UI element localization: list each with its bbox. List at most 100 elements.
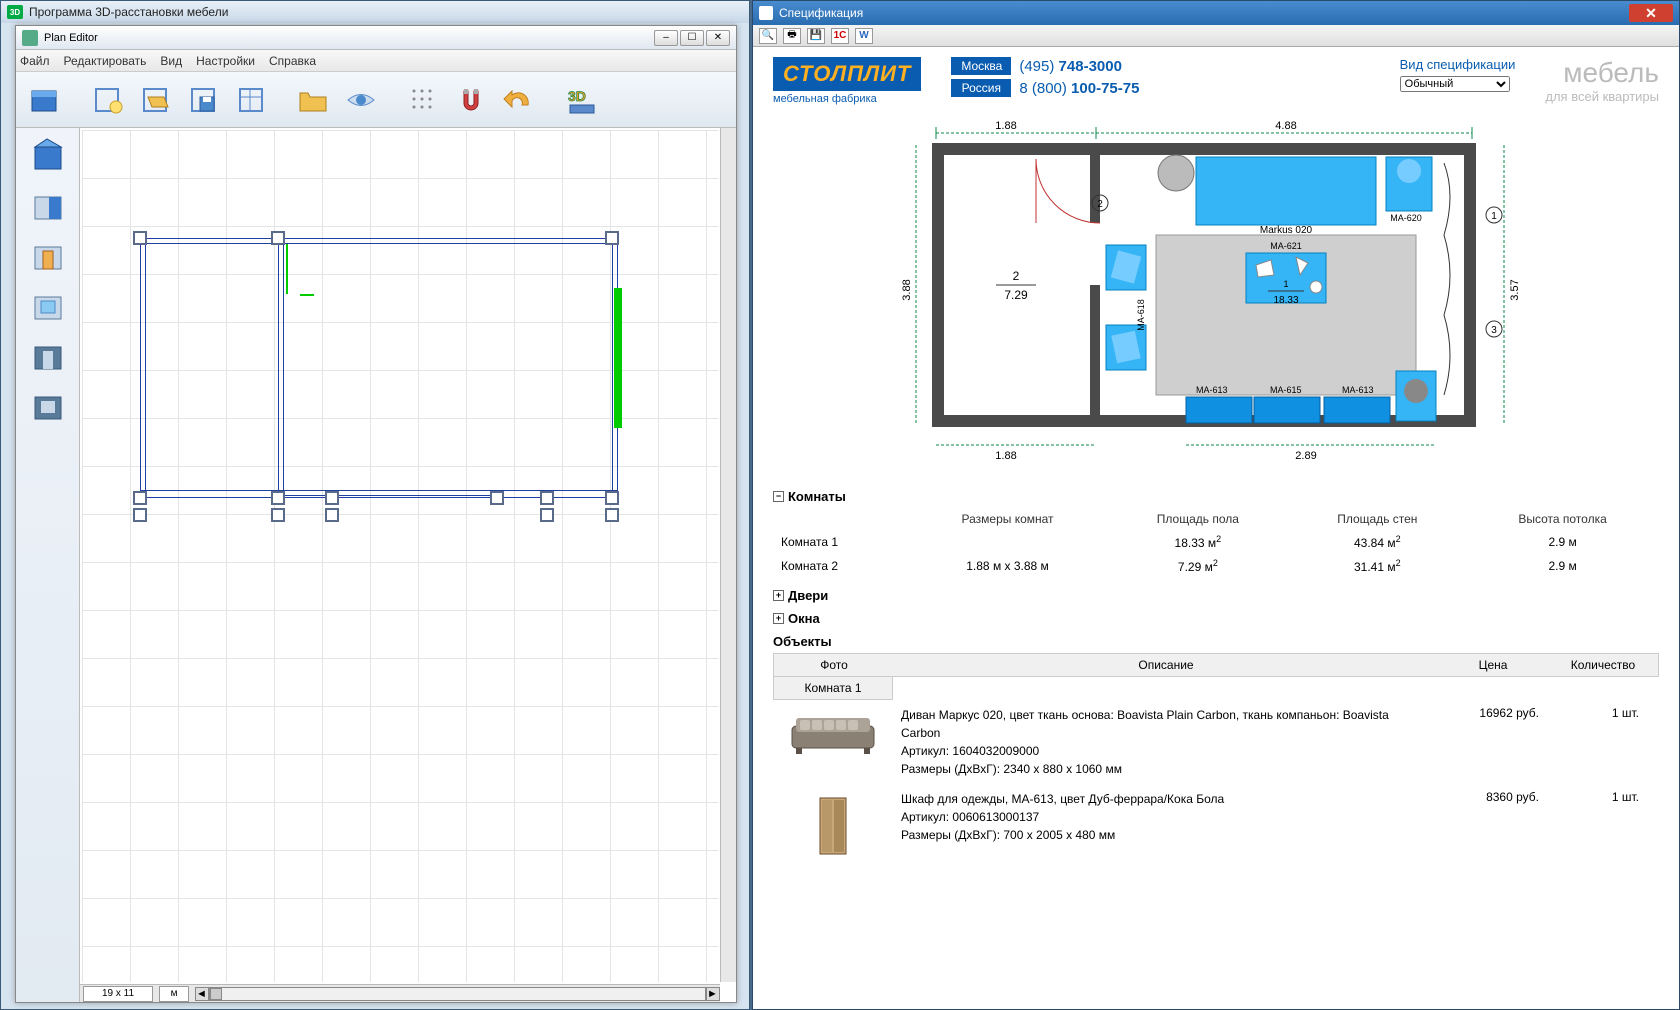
- object-description: Диван Маркус 020, цвет ткань основа: Boa…: [893, 706, 1439, 778]
- tb-grid-settings[interactable]: [230, 79, 272, 121]
- menu-help[interactable]: Справка: [269, 54, 316, 68]
- tb-3d-view[interactable]: 3D: [560, 79, 602, 121]
- tb-save-plan[interactable]: [182, 79, 224, 121]
- export-1c-button[interactable]: 1С: [831, 28, 849, 44]
- phone-moscow: (495) 748-3000: [1019, 58, 1122, 75]
- svg-text:МА-615: МА-615: [1270, 385, 1302, 395]
- canvas-area: 19 x 11 м ◄ ►: [80, 128, 736, 1002]
- scroll-left-button[interactable]: ◄: [195, 987, 209, 1001]
- plan-editor-title: Plan Editor: [44, 32, 98, 44]
- main-window: 3D Программа 3D-расстановки мебели Plan …: [0, 0, 750, 1010]
- tb-new-room[interactable]: [24, 79, 66, 121]
- export-word-button[interactable]: W: [855, 28, 873, 44]
- col-ceiling: Высота потолка: [1466, 508, 1659, 530]
- close-button[interactable]: ✕: [706, 30, 730, 46]
- phone-block: Москва (495) 748-3000 Россия 8 (800) 100…: [951, 57, 1139, 97]
- collapse-icon[interactable]: −: [773, 491, 784, 502]
- tb-undo[interactable]: [498, 79, 540, 121]
- maximize-button[interactable]: ☐: [680, 30, 704, 46]
- svg-text:4.88: 4.88: [1275, 120, 1296, 132]
- section-objects: Объекты: [773, 630, 1659, 653]
- room-subheader: Комната 1: [773, 677, 893, 700]
- sofa-icon: [788, 712, 878, 757]
- svg-text:1.88: 1.88: [995, 120, 1016, 132]
- object-row: Шкаф для одежды, МА-613, цвет Дуб-феррар…: [773, 784, 1659, 862]
- spec-type-block: Вид спецификации Обычный: [1400, 57, 1516, 92]
- svg-text:1.88: 1.88: [995, 450, 1016, 462]
- room-outline[interactable]: [140, 238, 618, 518]
- tb-grid-dots[interactable]: [402, 79, 444, 121]
- col-qty: Количество: [1548, 654, 1658, 676]
- section-doors[interactable]: + Двери: [773, 584, 1659, 607]
- save-button[interactable]: 💾: [807, 28, 825, 44]
- toolbar: 3D: [16, 72, 736, 128]
- side-room-icon[interactable]: [26, 134, 70, 178]
- spec-type-select[interactable]: Обычный: [1400, 76, 1510, 92]
- side-wall-icon[interactable]: [26, 184, 70, 228]
- expand-icon[interactable]: +: [773, 613, 784, 624]
- table-row: Комната 1 18.33 м2 43.84 м2 2.9 м: [773, 530, 1659, 554]
- side-opening-icon[interactable]: [26, 334, 70, 378]
- side-column-icon[interactable]: [26, 384, 70, 428]
- svg-text:3D: 3D: [568, 88, 586, 104]
- tb-snap-magnet[interactable]: [450, 79, 492, 121]
- object-qty: 1 шт.: [1549, 706, 1659, 720]
- svg-text:3: 3: [1491, 325, 1497, 336]
- svg-text:МА-613: МА-613: [1342, 385, 1374, 395]
- spec-window: Спецификация ✕ 🔍 🖶 💾 1С W СТОЛПЛИТ мебел…: [752, 0, 1680, 1010]
- spec-titlebar[interactable]: Спецификация ✕: [753, 1, 1679, 25]
- object-price: 8360 руб.: [1439, 790, 1549, 804]
- side-toolbar: [16, 128, 80, 1002]
- object-photo: [773, 706, 893, 757]
- preview-button[interactable]: 🔍: [759, 28, 777, 44]
- menu-file[interactable]: Файл: [20, 54, 50, 68]
- menu-settings[interactable]: Настройки: [196, 54, 255, 68]
- brand-text: мебель: [1555, 57, 1659, 89]
- city-moscow: Москва: [951, 57, 1011, 75]
- menu-edit[interactable]: Редактировать: [64, 54, 147, 68]
- main-title: Программа 3D-расстановки мебели: [29, 5, 228, 19]
- logo-subtitle: мебельная фабрика: [773, 93, 921, 105]
- coords-display: 19 x 11: [83, 986, 153, 1002]
- svg-text:1: 1: [1491, 211, 1497, 222]
- plan-editor-window: Plan Editor – ☐ ✕ Файл Редактировать Вид…: [15, 25, 737, 1003]
- minimize-button[interactable]: –: [654, 30, 678, 46]
- canvas[interactable]: [82, 130, 718, 982]
- svg-text:2.89: 2.89: [1295, 450, 1316, 462]
- print-button[interactable]: 🖶: [783, 28, 801, 44]
- tb-preview[interactable]: [340, 79, 382, 121]
- logo-block: СТОЛПЛИТ мебельная фабрика: [773, 57, 921, 105]
- unit-display: м: [159, 986, 189, 1002]
- plan-editor-titlebar[interactable]: Plan Editor – ☐ ✕: [16, 26, 736, 50]
- tb-open-folder[interactable]: [292, 79, 334, 121]
- rooms-table: Размеры комнат Площадь пола Площадь стен…: [773, 508, 1659, 578]
- section-rooms[interactable]: − Комнаты: [773, 485, 1659, 508]
- wardrobe-icon: [818, 796, 848, 856]
- scrollbar-horizontal[interactable]: [209, 987, 706, 1001]
- objects-header: Фото Описание Цена Количество: [773, 653, 1659, 677]
- svg-text:3.88: 3.88: [901, 279, 913, 300]
- side-window-icon[interactable]: [26, 284, 70, 328]
- side-door-icon[interactable]: [26, 234, 70, 278]
- svg-text:2: 2: [1013, 269, 1020, 283]
- object-qty: 1 шт.: [1549, 790, 1659, 804]
- spec-close-button[interactable]: ✕: [1629, 4, 1673, 22]
- object-photo: [773, 790, 893, 856]
- spec-content: СТОЛПЛИТ мебельная фабрика Москва (495) …: [753, 47, 1679, 1009]
- menu-view[interactable]: Вид: [160, 54, 182, 68]
- section-windows[interactable]: + Окна: [773, 607, 1659, 630]
- col-walls: Площадь стен: [1288, 508, 1466, 530]
- statusbar: 19 x 11 м ◄ ►: [80, 984, 720, 1002]
- col-price: Цена: [1438, 654, 1548, 676]
- scrollbar-vertical[interactable]: [720, 128, 736, 982]
- col-desc: Описание: [894, 654, 1438, 676]
- spec-title: Спецификация: [779, 6, 863, 20]
- logo: СТОЛПЛИТ: [773, 57, 921, 91]
- phone-russia: 8 (800) 100-75-75: [1019, 80, 1139, 97]
- app-icon: 3D: [7, 5, 23, 19]
- col-floor: Площадь пола: [1107, 508, 1288, 530]
- tb-open-plan[interactable]: [134, 79, 176, 121]
- tb-new-plan[interactable]: [86, 79, 128, 121]
- scroll-right-button[interactable]: ►: [706, 987, 720, 1001]
- expand-icon[interactable]: +: [773, 590, 784, 601]
